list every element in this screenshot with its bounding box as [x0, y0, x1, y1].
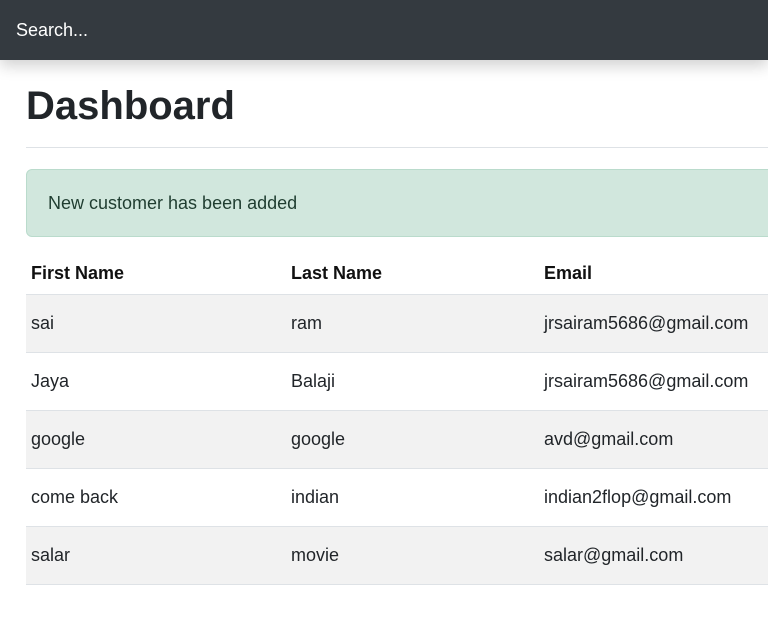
last-name-cell: google	[286, 410, 539, 469]
table-header-row: First Name Last Name Email	[26, 252, 768, 295]
last-name-cell: indian	[286, 468, 539, 527]
first-name-cell: sai	[26, 294, 286, 353]
column-header-last-name: Last Name	[286, 252, 539, 295]
first-name-cell: Jaya	[26, 352, 286, 411]
column-header-first-name: First Name	[26, 252, 286, 295]
column-header-email: Email	[539, 252, 768, 295]
email-cell: avd@gmail.com	[539, 410, 768, 469]
email-cell: jrsairam5686@gmail.com	[539, 294, 768, 353]
first-name-cell: google	[26, 410, 286, 469]
success-alert: New customer has been added	[26, 169, 768, 237]
table-row: come back indian indian2flop@gmail.com	[26, 468, 768, 527]
table-row: sai ram jrsairam5686@gmail.com	[26, 294, 768, 353]
page-title: Dashboard	[26, 84, 235, 128]
customers-table: First Name Last Name Email sai ram jrsai…	[26, 252, 768, 585]
table-row: salar movie salar@gmail.com	[26, 526, 768, 585]
main-content: Dashboard New customer has been added Fi…	[26, 60, 768, 585]
top-navbar	[0, 0, 768, 60]
table-row: google google avd@gmail.com	[26, 410, 768, 469]
last-name-cell: Balaji	[286, 352, 539, 411]
table-row: Jaya Balaji jrsairam5686@gmail.com	[26, 352, 768, 411]
email-cell: indian2flop@gmail.com	[539, 468, 768, 527]
first-name-cell: salar	[26, 526, 286, 585]
page-header: Dashboard	[26, 60, 768, 148]
email-cell: jrsairam5686@gmail.com	[539, 352, 768, 411]
last-name-cell: ram	[286, 294, 539, 353]
first-name-cell: come back	[26, 468, 286, 527]
last-name-cell: movie	[286, 526, 539, 585]
search-input[interactable]	[0, 0, 768, 60]
email-cell: salar@gmail.com	[539, 526, 768, 585]
